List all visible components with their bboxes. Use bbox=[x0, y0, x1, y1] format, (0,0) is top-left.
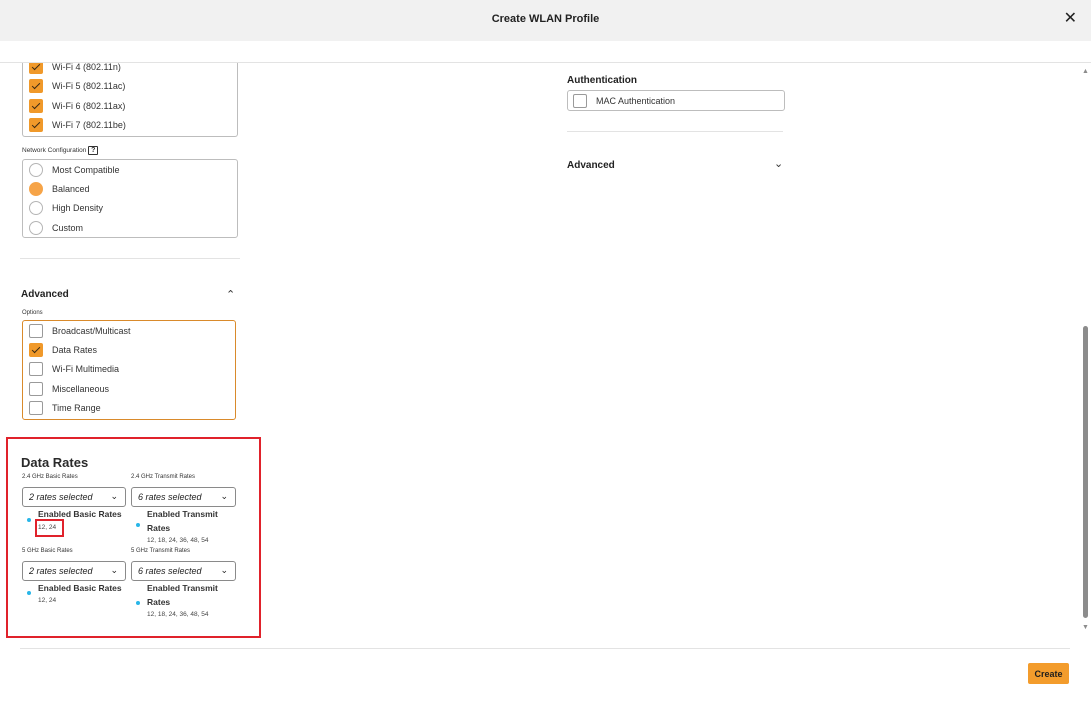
radio-icon[interactable] bbox=[29, 201, 43, 215]
ghz24-basic-select[interactable]: 2 rates selected ⌄ bbox=[22, 487, 126, 507]
checkbox-icon[interactable] bbox=[29, 382, 43, 396]
scroll-up-icon[interactable]: ▲ bbox=[1082, 68, 1089, 75]
bullet-icon bbox=[136, 523, 140, 527]
content-top-divider bbox=[0, 62, 1091, 63]
option-miscellaneous[interactable]: Miscellaneous bbox=[29, 380, 109, 398]
enabled-basic-rates-label: Enabled Basic Rates bbox=[38, 583, 122, 593]
enabled-transmit-rates-values: 12, 18, 24, 36, 48, 54 bbox=[147, 611, 209, 618]
authentication-title: Authentication bbox=[567, 75, 637, 86]
chevron-down-icon: ⌄ bbox=[220, 565, 228, 575]
radio-icon[interactable] bbox=[29, 163, 43, 177]
wifi6-label: Wi-Fi 6 (802.11ax) bbox=[52, 101, 126, 111]
chevron-down-icon[interactable]: ⌄ bbox=[774, 157, 783, 170]
checkbox-icon[interactable] bbox=[29, 362, 43, 376]
ghz24-transmit-label: 2.4 GHz Transmit Rates bbox=[131, 474, 196, 480]
wifi7-label: Wi-Fi 7 (802.11be) bbox=[52, 120, 126, 130]
section-divider bbox=[20, 258, 240, 259]
wifi6-checkbox[interactable] bbox=[29, 99, 43, 113]
advanced-title[interactable]: Advanced bbox=[21, 289, 69, 300]
ghz24-basic-label: 2.4 GHz Basic Rates bbox=[22, 474, 78, 480]
create-button[interactable]: Create bbox=[1028, 663, 1069, 684]
dialog-title: Create WLAN Profile bbox=[491, 13, 600, 25]
bullet-icon bbox=[27, 591, 31, 595]
footer-divider bbox=[20, 648, 1070, 649]
select-value: 2 rates selected bbox=[29, 492, 93, 502]
option-label: Miscellaneous bbox=[52, 384, 110, 394]
chevron-down-icon: ⌄ bbox=[110, 491, 118, 501]
select-value: 2 rates selected bbox=[29, 566, 93, 576]
mac-auth-label: MAC Authentication bbox=[596, 96, 676, 106]
network-config-label-text: Network Configuration bbox=[22, 147, 87, 155]
ghz5-basic-select[interactable]: 2 rates selected ⌄ bbox=[22, 561, 126, 581]
scroll-clip bbox=[0, 41, 1080, 62]
wifi7-checkbox[interactable] bbox=[29, 118, 43, 132]
scroll-down-icon[interactable]: ▼ bbox=[1082, 624, 1089, 631]
wifi-standard-row[interactable]: Wi-Fi 6 (802.11ax) bbox=[29, 97, 125, 115]
radio-custom[interactable]: Custom bbox=[29, 219, 83, 237]
checkbox-icon[interactable] bbox=[29, 343, 43, 357]
options-label: Options bbox=[22, 310, 43, 316]
enabled-basic-rates-values: 12, 24 bbox=[38, 524, 57, 531]
radio-label: High Density bbox=[52, 203, 104, 213]
radio-label: Custom bbox=[52, 223, 84, 233]
scrollbar-thumb[interactable] bbox=[1083, 326, 1088, 618]
enabled-transmit-rates-label: Enabled Transmit bbox=[147, 509, 218, 519]
bullet-icon bbox=[136, 601, 140, 605]
bullet-icon bbox=[27, 518, 31, 522]
ghz5-basic-label: 5 GHz Basic Rates bbox=[22, 548, 73, 554]
wifi-standards-list: Wi-Fi 4 (802.11n) Wi-Fi 5 (802.11ac) Wi-… bbox=[22, 54, 238, 137]
close-icon[interactable]: ✕ bbox=[1064, 11, 1077, 27]
option-label: Broadcast/Multicast bbox=[52, 326, 131, 336]
radio-label: Most Compatible bbox=[52, 165, 120, 175]
radio-most-compatible[interactable]: Most Compatible bbox=[29, 161, 120, 179]
advanced-options-group: Broadcast/Multicast Data Rates Wi-Fi Mul… bbox=[22, 320, 236, 420]
checkbox-icon[interactable] bbox=[29, 324, 43, 338]
wifi4-label: Wi-Fi 4 (802.11n) bbox=[52, 62, 121, 72]
radio-high-density[interactable]: High Density bbox=[29, 199, 103, 217]
wifi-standard-row[interactable]: Wi-Fi 7 (802.11be) bbox=[29, 116, 126, 134]
select-value: 6 rates selected bbox=[138, 566, 202, 576]
enabled-transmit-rates-label-2: Rates bbox=[147, 597, 171, 607]
option-label: Data Rates bbox=[52, 345, 98, 355]
checkbox-icon[interactable] bbox=[573, 94, 587, 108]
enabled-transmit-rates-label-2: Rates bbox=[147, 523, 171, 533]
help-icon[interactable]: ? bbox=[88, 146, 99, 155]
mac-auth-row[interactable]: MAC Authentication bbox=[573, 92, 675, 110]
advanced-right-title[interactable]: Advanced bbox=[567, 160, 615, 171]
wifi-standard-row[interactable]: Wi-Fi 5 (802.11ac) bbox=[29, 77, 125, 95]
option-label: Wi-Fi Multimedia bbox=[52, 364, 120, 374]
checkbox-icon[interactable] bbox=[29, 401, 43, 415]
enabled-transmit-rates-label: Enabled Transmit bbox=[147, 583, 218, 593]
option-label: Time Range bbox=[52, 403, 101, 413]
select-value: 6 rates selected bbox=[138, 492, 202, 502]
chevron-down-icon: ⌄ bbox=[110, 565, 118, 575]
wifi5-checkbox[interactable] bbox=[29, 79, 43, 93]
option-time-range[interactable]: Time Range bbox=[29, 399, 101, 417]
radio-icon[interactable] bbox=[29, 182, 43, 196]
option-data-rates[interactable]: Data Rates bbox=[29, 341, 97, 359]
authentication-group: MAC Authentication bbox=[567, 90, 785, 111]
network-config-group: Most Compatible Balanced High Density Cu… bbox=[22, 159, 238, 238]
radio-balanced[interactable]: Balanced bbox=[29, 180, 90, 198]
enabled-transmit-rates-values: 12, 18, 24, 36, 48, 54 bbox=[147, 537, 209, 544]
ghz5-transmit-select[interactable]: 6 rates selected ⌄ bbox=[131, 561, 236, 581]
option-broadcast-multicast[interactable]: Broadcast/Multicast bbox=[29, 322, 131, 340]
ghz5-transmit-label: 5 GHz Transmit Rates bbox=[131, 548, 191, 554]
radio-icon[interactable] bbox=[29, 221, 43, 235]
data-rates-title: Data Rates bbox=[21, 455, 89, 470]
network-config-label: Network Configuration? bbox=[22, 146, 99, 155]
chevron-up-icon[interactable]: ⌃ bbox=[226, 288, 235, 301]
ghz24-transmit-select[interactable]: 6 rates selected ⌄ bbox=[131, 487, 236, 507]
section-divider bbox=[567, 131, 783, 132]
dialog-header: Create WLAN Profile ✕ bbox=[0, 0, 1091, 41]
enabled-basic-rates-values: 12, 24 bbox=[38, 597, 57, 604]
option-wifi-multimedia[interactable]: Wi-Fi Multimedia bbox=[29, 360, 119, 378]
wifi5-label: Wi-Fi 5 (802.11ac) bbox=[52, 81, 126, 91]
radio-label: Balanced bbox=[52, 184, 90, 194]
chevron-down-icon: ⌄ bbox=[220, 491, 228, 501]
